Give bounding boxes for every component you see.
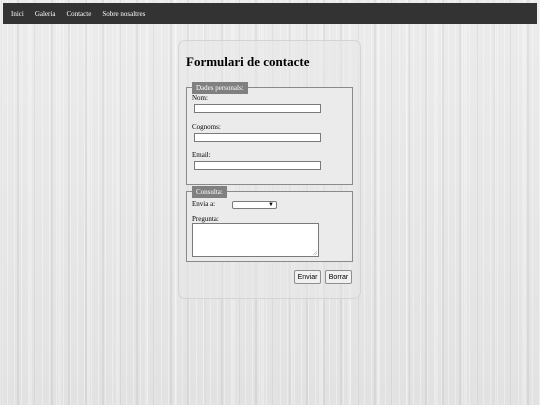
name-label: Nom:: [192, 94, 208, 102]
top-navbar: Inici Galeria Contacte Sobre nosaltres: [3, 3, 537, 24]
personal-data-legend: Dades personals:: [192, 82, 248, 94]
nav-link-sobre-nosaltres[interactable]: Sobre nosaltres: [98, 10, 152, 18]
resize-grip-icon[interactable]: [313, 251, 317, 255]
send-to-select[interactable]: ▼: [232, 201, 277, 209]
surname-label: Cognoms:: [192, 123, 221, 131]
nav-link-contacte[interactable]: Contacte: [62, 10, 98, 18]
query-legend: Consulta:: [192, 186, 227, 198]
question-textarea[interactable]: [192, 223, 319, 257]
nav-link-inici[interactable]: Inici: [7, 10, 31, 18]
surname-input[interactable]: [194, 133, 321, 142]
send-to-label: Envia a:: [192, 200, 216, 208]
page-title: Formulari de contacte: [186, 54, 310, 69]
email-input[interactable]: [194, 161, 321, 170]
name-input[interactable]: [194, 104, 321, 113]
chevron-down-icon: ▼: [268, 202, 274, 208]
send-button[interactable]: Enviar: [294, 270, 321, 284]
question-label: Pregunta:: [192, 215, 219, 223]
nav-link-galeria[interactable]: Galeria: [31, 10, 63, 18]
email-label: Email:: [192, 151, 211, 159]
clear-button[interactable]: Borrar: [325, 270, 352, 284]
